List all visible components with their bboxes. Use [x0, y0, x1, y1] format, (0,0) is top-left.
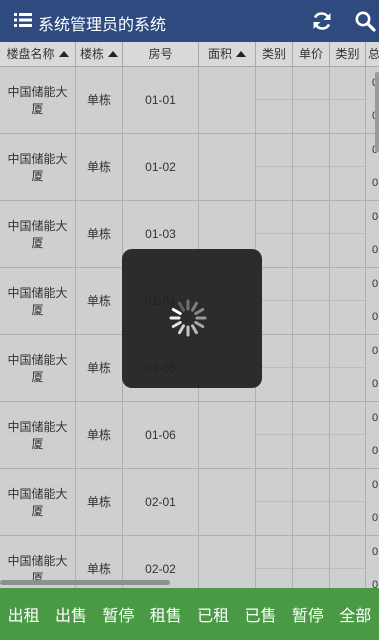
cell-building: 单栋 — [76, 268, 123, 335]
refresh-icon[interactable] — [311, 10, 333, 32]
cell-building: 单栋 — [76, 469, 123, 536]
cell-room: 02-01 — [123, 469, 199, 536]
cell-project: 中国储能大厦 — [0, 402, 76, 469]
cell-category — [256, 67, 293, 134]
cell-price — [293, 134, 330, 201]
sort-up-icon — [236, 51, 246, 57]
cell-building: 单栋 — [76, 134, 123, 201]
filter-tab[interactable]: 出售 — [47, 602, 94, 626]
cell-price — [293, 402, 330, 469]
cell-total: 00 — [366, 402, 379, 469]
cell-area — [199, 67, 256, 134]
filter-tab[interactable]: 已租 — [190, 602, 237, 626]
column-header-area[interactable]: 面积 — [199, 42, 256, 67]
cell-room: 01-02 — [123, 134, 199, 201]
column-header-category[interactable]: 类别 — [256, 42, 293, 67]
cell-category-2 — [330, 402, 366, 469]
cell-category — [256, 402, 293, 469]
table-row[interactable]: 中国储能大厦单栋01-0100 — [0, 67, 379, 134]
cell-price — [293, 335, 330, 402]
filter-tab[interactable]: 出租 — [0, 602, 47, 626]
cell-price — [293, 469, 330, 536]
cell-price — [293, 268, 330, 335]
cell-category — [256, 536, 293, 588]
cell-category-2 — [330, 134, 366, 201]
cell-area — [199, 402, 256, 469]
filter-tab[interactable]: 暂停 — [95, 602, 142, 626]
sort-up-icon — [58, 51, 69, 57]
cell-area — [199, 134, 256, 201]
vertical-scrollbar[interactable] — [375, 72, 379, 152]
column-header-building[interactable]: 楼栋 — [76, 42, 123, 67]
cell-category-2 — [330, 67, 366, 134]
column-header-total[interactable]: 总 — [366, 42, 379, 67]
cell-total: 00 — [366, 268, 379, 335]
page-title: 系统管理员的系统 — [38, 17, 167, 34]
cell-project: 中国储能大厦 — [0, 268, 76, 335]
table-row[interactable]: 中国储能大厦 单栋 01-06 0 0 — [0, 402, 379, 469]
app-header: 系统管理员的系统 — [0, 0, 379, 42]
filter-tab[interactable]: 全部 — [332, 602, 379, 626]
cell-total: 00 — [366, 536, 379, 588]
cell-price — [293, 536, 330, 588]
cell-building: 单栋 — [76, 201, 123, 268]
cell-category-2 — [330, 268, 366, 335]
list-icon[interactable] — [14, 12, 32, 28]
table-row[interactable]: 中国储能大厦 单栋 02-01 0 0 — [0, 469, 379, 536]
table-row[interactable]: 中国储能大厦单栋01-0200 — [0, 134, 379, 201]
cell-category — [256, 134, 293, 201]
spinner-icon — [169, 299, 207, 337]
filter-tab[interactable]: 租售 — [142, 602, 189, 626]
horizontal-scrollbar[interactable] — [0, 580, 170, 585]
filter-tab[interactable]: 暂停 — [284, 602, 331, 626]
cell-building: 单栋 — [76, 402, 123, 469]
cell-category-2 — [330, 469, 366, 536]
cell-category-2 — [330, 201, 366, 268]
cell-project: 中国储能大厦 — [0, 469, 76, 536]
cell-category — [256, 469, 293, 536]
cell-category-2 — [330, 335, 366, 402]
search-icon[interactable] — [354, 10, 376, 32]
status-filter-bar: 出租 出售 暂停 租售 已租 已售 暂停 全部 — [0, 588, 379, 640]
sort-up-icon — [108, 51, 118, 57]
cell-price — [293, 67, 330, 134]
cell-total: 00 — [366, 469, 379, 536]
cell-project: 中国储能大厦 — [0, 201, 76, 268]
cell-project: 中国储能大厦 — [0, 134, 76, 201]
cell-room: 01-01 — [123, 67, 199, 134]
column-header-room[interactable]: 房号 — [123, 42, 199, 67]
cell-building: 单栋 — [76, 335, 123, 402]
cell-room: 01-06 — [123, 402, 199, 469]
column-header-project[interactable]: 楼盘名称 — [0, 42, 76, 67]
cell-total: 00 — [366, 335, 379, 402]
cell-building: 单栋 — [76, 67, 123, 134]
table-header: 楼盘名称 楼栋 房号 面积 类别 单价 类别 总 — [0, 42, 379, 67]
column-header-price[interactable]: 单价 — [293, 42, 330, 67]
filter-tab[interactable]: 已售 — [237, 602, 284, 626]
column-header-category-2[interactable]: 类别 — [330, 42, 366, 67]
cell-total: 00 — [366, 201, 379, 268]
cell-project: 中国储能大厦 — [0, 335, 76, 402]
cell-project: 中国储能大厦 — [0, 67, 76, 134]
cell-price — [293, 201, 330, 268]
cell-area — [199, 469, 256, 536]
cell-category-2 — [330, 536, 366, 588]
cell-area — [199, 536, 256, 588]
